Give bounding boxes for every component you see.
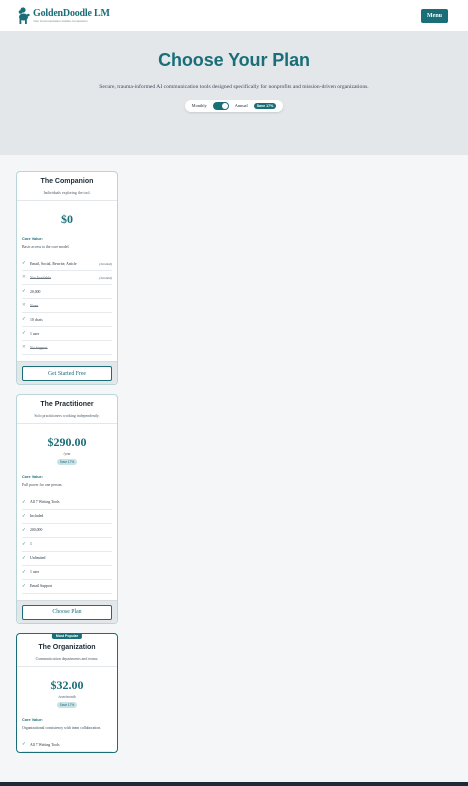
check-icon: ✓: [22, 742, 26, 748]
core-value-label: Core Value:: [22, 475, 43, 480]
logo[interactable]: GoldenDoodle LM Your Communication Golde…: [16, 6, 110, 25]
cross-icon: ✕: [22, 345, 26, 351]
check-icon: ✓: [22, 317, 26, 323]
billing-switch[interactable]: [212, 101, 229, 110]
bottom-edge-bar: [0, 782, 468, 786]
get-started-free-button[interactable]: Get Started Free: [22, 366, 112, 382]
check-icon: ✓: [22, 527, 26, 533]
feature-row: ✕ Not Available (Limited): [22, 271, 112, 286]
plan-audience: Solo practitioners working independently…: [34, 414, 100, 419]
logo-name: GoldenDoodle LM: [33, 7, 110, 19]
feature-row: ✓ Unlimited: [22, 552, 112, 566]
plan-price: $0: [61, 212, 73, 226]
plan-cards: The Companion Individuals exploring the …: [0, 155, 468, 754]
core-value-label: Core Value:: [22, 717, 43, 722]
check-icon: ✓: [22, 261, 26, 267]
plan-audience: Communication departments and teams.: [35, 656, 99, 661]
plan-period: /user/month: [58, 694, 76, 699]
core-value-text: Organizational consistency with team col…: [22, 725, 102, 730]
check-icon: ✓: [22, 569, 26, 575]
cross-icon: ✕: [22, 303, 26, 309]
plan-name: The Practitioner: [40, 401, 94, 409]
core-value-label: Core Value:: [22, 237, 43, 241]
plan-card-practitioner: The Practitioner Solo practitioners work…: [16, 394, 118, 624]
menu-button[interactable]: Menu: [421, 8, 448, 23]
feature-row: ✓ 10 chats: [22, 313, 112, 328]
plan-price: $32.00: [50, 677, 84, 692]
check-icon: ✓: [22, 499, 26, 505]
choose-plan-button[interactable]: Choose Plan: [22, 604, 112, 620]
logo-tagline: Your Communication Golden Companion: [33, 18, 88, 23]
most-popular-badge: Most Popular: [51, 632, 83, 639]
annual-label[interactable]: Annual: [235, 103, 248, 108]
cross-icon: ✕: [22, 275, 26, 281]
feature-list: ✓ All 7 Writing Tools ✓ Included ✓ 200,000 …: [22, 496, 112, 594]
billing-toggle: Monthly Annual Save 17%: [184, 99, 284, 112]
feature-row: ✓ 1 user: [22, 327, 112, 342]
check-icon: ✓: [22, 541, 26, 547]
feature-row: ✓ 200,000: [22, 524, 112, 538]
top-navigation-bar: GoldenDoodle LM Your Communication Golde…: [0, 0, 468, 32]
feature-row: ✓ 1 user: [22, 566, 112, 580]
save-tag: Save 17%: [57, 459, 77, 466]
page-title: Choose Your Plan: [158, 50, 310, 70]
plan-audience: Individuals exploring the tool.: [43, 191, 91, 195]
plan-card-companion: The Companion Individuals exploring the …: [16, 171, 118, 386]
plan-name: The Companion: [40, 178, 94, 185]
monthly-label[interactable]: Monthly: [192, 103, 207, 108]
feature-row: ✓ Email, Social, Rewrite, Article (Limited…: [22, 257, 112, 272]
feature-row: ✓ All 7 Writing Tools: [22, 496, 112, 510]
check-icon: ✓: [22, 513, 26, 519]
save-badge: Save 17%: [253, 102, 277, 109]
plan-name: The Organization: [38, 643, 96, 651]
feature-row: ✓ Email Support: [22, 580, 112, 594]
plan-card-organization: Most Popular The Organization Communicat…: [16, 632, 118, 754]
check-icon: ✓: [22, 583, 26, 589]
feature-row: ✓ All 7 Writing Tools: [22, 738, 112, 753]
feature-row: ✓ 20,000: [22, 285, 112, 300]
save-tag: Save 17%: [57, 701, 77, 708]
core-value-text: Full power for one person.: [22, 483, 63, 488]
feature-list: ✓ All 7 Writing Tools: [22, 738, 112, 753]
check-icon: ✓: [22, 289, 26, 295]
feature-row: ✓ 1: [22, 538, 112, 552]
feature-row: ✕ None: [22, 299, 112, 314]
feature-row: ✕ No Support: [22, 341, 112, 356]
feature-list: ✓ Email, Social, Rewrite, Article (Limited…: [22, 257, 112, 356]
plan-period: /year: [63, 452, 71, 457]
check-icon: ✓: [22, 555, 26, 561]
check-icon: ✓: [22, 331, 26, 337]
poodle-logo-icon: [18, 6, 30, 24]
feature-row: ✓ Included: [22, 510, 112, 524]
plan-price: $290.00: [47, 435, 87, 450]
page-subtitle: Secure, trauma-informed AI communication…: [99, 84, 369, 90]
core-value-text: Basic access to the core model.: [22, 245, 70, 249]
hero-section: Choose Your Plan Secure, trauma-informed…: [0, 32, 468, 155]
